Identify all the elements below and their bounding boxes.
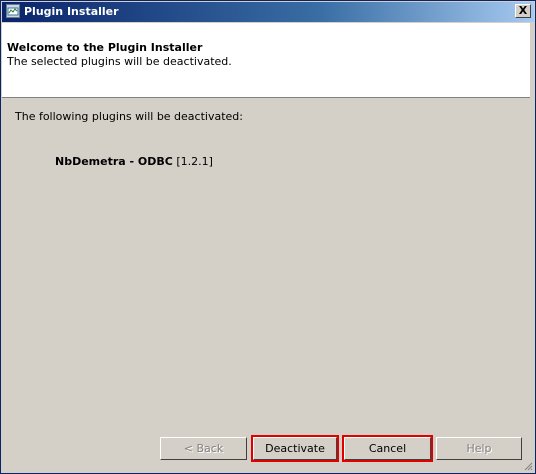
close-icon: X: [518, 4, 528, 17]
resize-grip-icon[interactable]: [523, 461, 533, 471]
plugin-installer-window: Plugin Installer X Welcome to the Plugin…: [0, 0, 536, 474]
cancel-button[interactable]: Cancel: [342, 435, 433, 462]
plugin-version: [1.2.1]: [176, 155, 213, 168]
plugins-intro-text: The following plugins will be deactivate…: [15, 110, 243, 123]
plugin-list-item: NbDemetra - ODBC [1.2.1]: [55, 155, 213, 168]
deactivate-button[interactable]: Deactivate: [251, 435, 339, 462]
header-subtitle: The selected plugins will be deactivated…: [7, 55, 232, 68]
app-icon: [6, 4, 20, 18]
help-button[interactable]: Help: [436, 437, 522, 460]
title-bar[interactable]: Plugin Installer X: [2, 2, 534, 22]
header-title: Welcome to the Plugin Installer: [7, 41, 203, 54]
back-button[interactable]: < Back: [160, 437, 247, 460]
header-panel: Welcome to the Plugin Installer The sele…: [2, 23, 530, 98]
close-button[interactable]: X: [515, 4, 531, 18]
window-title: Plugin Installer: [24, 5, 119, 18]
plugin-name: NbDemetra - ODBC: [55, 155, 173, 168]
